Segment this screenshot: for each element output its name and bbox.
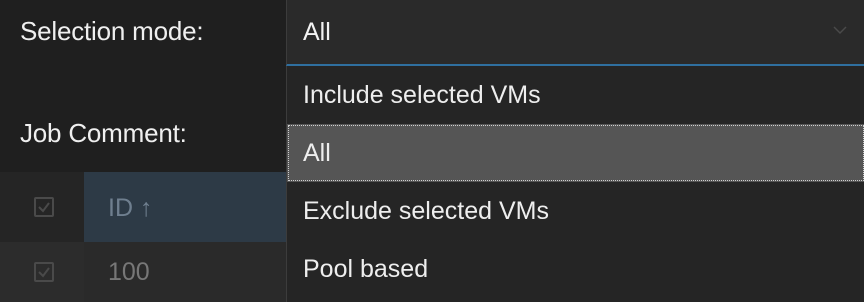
selection-mode-combobox[interactable]: All	[286, 0, 864, 66]
option-include-selected-vms[interactable]: Include selected VMs	[287, 66, 864, 124]
job-comment-label: Job Comment:	[20, 118, 187, 148]
option-exclude-selected-vms[interactable]: Exclude selected VMs	[287, 182, 864, 240]
column-header-id-label: ID ↑	[108, 194, 153, 222]
chevron-down-icon[interactable]	[832, 22, 848, 38]
select-all-cell[interactable]	[0, 172, 84, 242]
row-select-cell[interactable]	[0, 242, 84, 302]
row-id-cell: 100	[108, 258, 150, 286]
selection-mode-dropdown: Include selected VMs All Exclude selecte…	[286, 66, 864, 302]
checkbox-icon[interactable]	[34, 262, 54, 282]
grid-header: ID ↑	[0, 172, 286, 242]
selection-mode-label: Selection mode:	[20, 16, 204, 46]
table-row[interactable]: 100	[0, 242, 286, 302]
selection-mode-value: All	[303, 18, 331, 46]
vm-grid: ID ↑ 100	[0, 172, 286, 302]
option-all[interactable]: All	[287, 124, 864, 182]
column-header-id[interactable]: ID ↑	[84, 172, 286, 242]
checkbox-icon[interactable]	[34, 197, 54, 217]
option-pool-based[interactable]: Pool based	[287, 240, 864, 298]
